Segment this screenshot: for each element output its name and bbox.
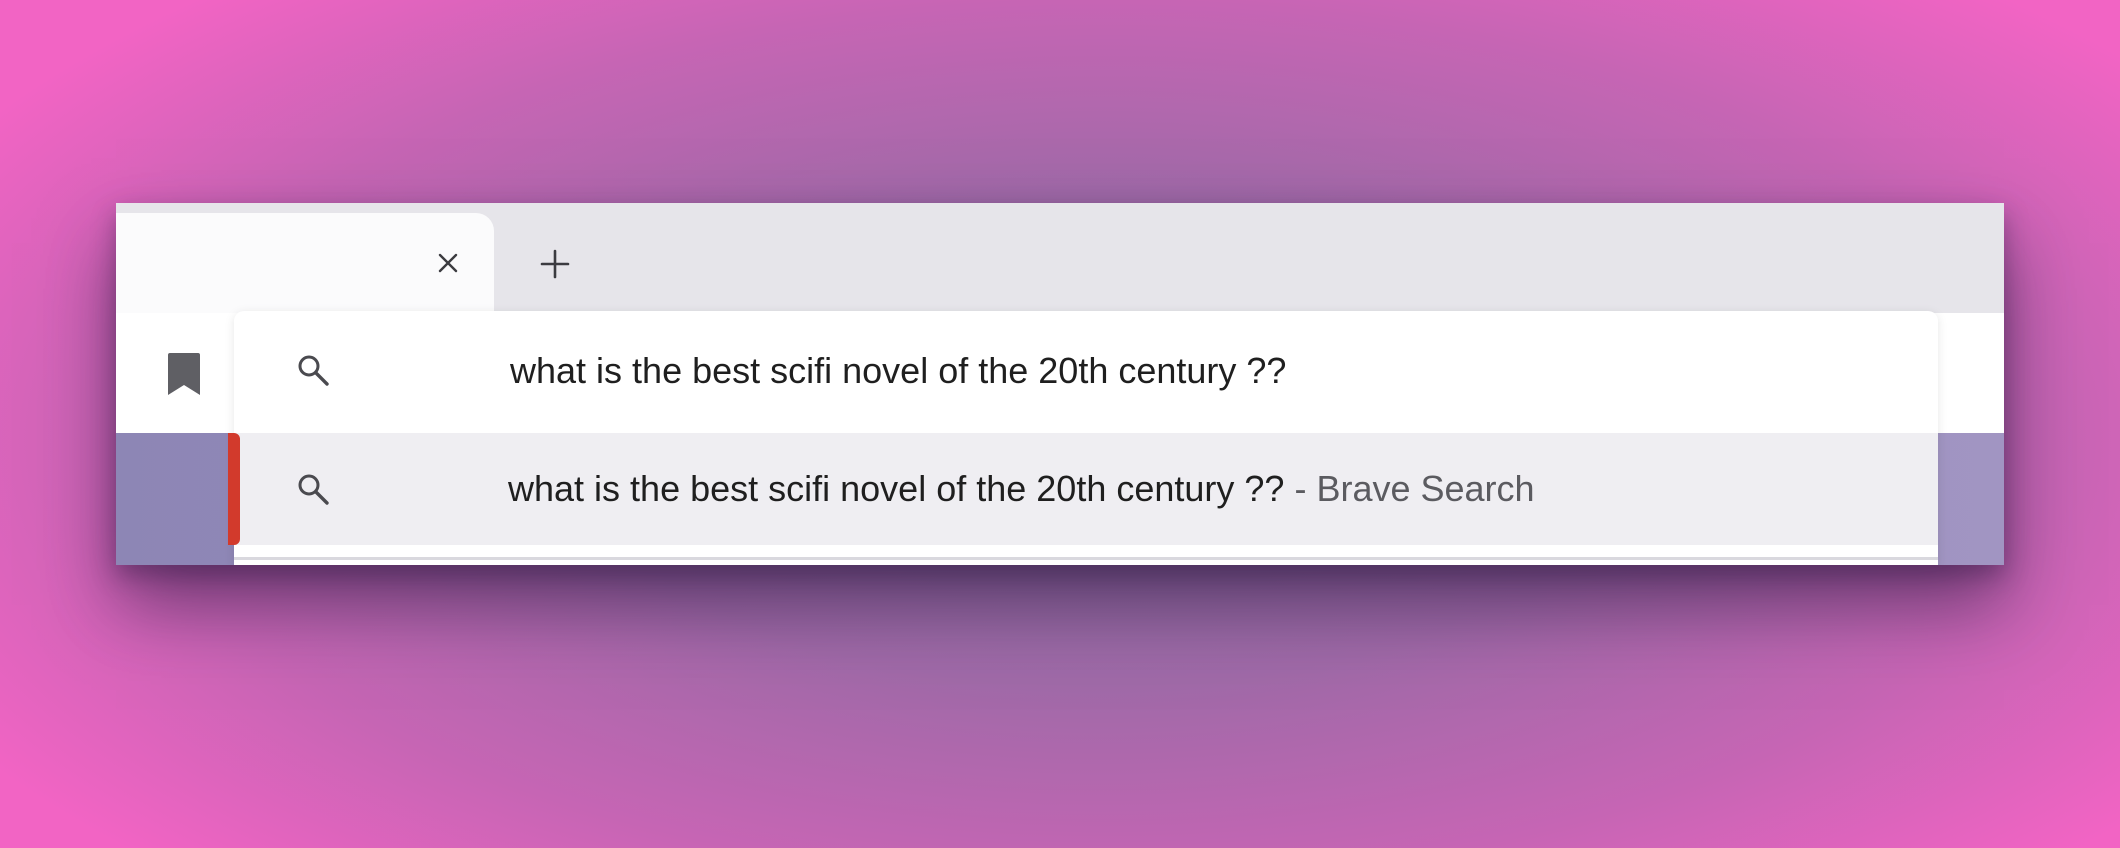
selection-accent xyxy=(228,433,240,545)
suggestion-text: what is the best scifi novel of the 20th… xyxy=(508,465,1535,513)
browser-window: what is the best scifi novel of the 20th… xyxy=(116,203,2004,565)
suggestion-item[interactable]: what is the best scifi novel of the 20th… xyxy=(228,433,1938,545)
new-tab-button[interactable] xyxy=(532,241,578,287)
omnibox-input-row[interactable] xyxy=(234,311,1938,431)
omnibox-dropdown: what is the best scifi novel of the 20th… xyxy=(228,311,1938,565)
active-tab[interactable] xyxy=(116,213,494,313)
plus-icon xyxy=(540,249,570,279)
suggestion-query: what is the best scifi novel of the 20th… xyxy=(508,468,1285,509)
close-icon[interactable] xyxy=(430,245,466,281)
suggestion-engine: - Brave Search xyxy=(1284,468,1535,509)
search-icon xyxy=(298,474,329,505)
divider xyxy=(234,557,1938,560)
tab-strip xyxy=(116,203,2004,313)
omnibox-input[interactable] xyxy=(510,347,1810,395)
bookmark-icon[interactable] xyxy=(166,351,202,397)
search-icon xyxy=(298,355,329,386)
